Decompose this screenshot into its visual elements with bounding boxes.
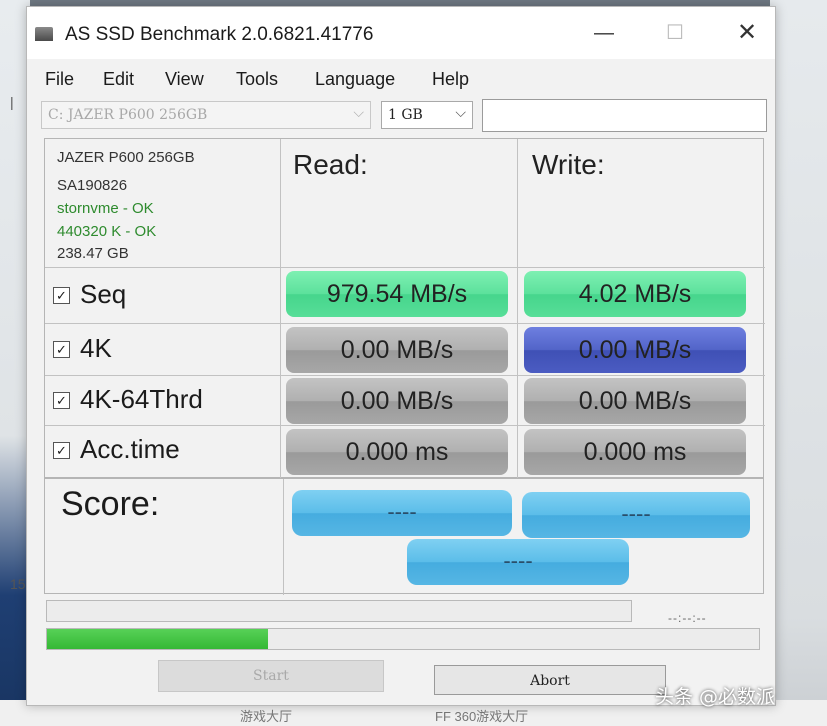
score-panel: Score: ---- ---- ----	[44, 478, 764, 595]
grid-divider	[45, 323, 765, 324]
window-title: AS SSD Benchmark 2.0.6821.41776	[65, 24, 374, 45]
seq-read-result: 979.54 MB/s	[286, 271, 508, 317]
acctime-write-result: 0.000 ms	[524, 429, 746, 475]
grid-divider	[45, 267, 765, 268]
test-4k64-label[interactable]: ✓ 4K-64Thrd	[53, 384, 203, 415]
read-header: Read:	[293, 149, 368, 180]
score-divider	[283, 479, 284, 595]
menu-help[interactable]: Help	[432, 69, 469, 90]
menu-tools[interactable]: Tools	[236, 69, 278, 90]
desktop-label: 15	[10, 576, 26, 592]
checkbox-checked-icon[interactable]: ✓	[53, 442, 70, 459]
test-size-value: 1 GB	[388, 107, 423, 123]
write-header: Write:	[532, 149, 605, 180]
title-bar[interactable]: AS SSD Benchmark 2.0.6821.41776 — ☐ ✕	[27, 7, 775, 59]
drive-model: JAZER P600 256GB	[57, 149, 195, 166]
results-grid: JAZER P600 256GB SA190826 stornvme - OK …	[44, 138, 765, 479]
grid-divider	[45, 375, 765, 376]
drive-firmware: SA190826	[57, 177, 128, 194]
minimize-button[interactable]: —	[590, 19, 618, 47]
4k64-read-result: 0.00 MB/s	[286, 378, 508, 424]
drive-select-value: C: JAZER P600 256GB	[48, 107, 208, 123]
score-label: Score:	[61, 485, 160, 523]
menu-language[interactable]: Language	[315, 69, 395, 90]
status-field	[482, 99, 767, 132]
menu-bar: File Edit View Tools Language Help	[27, 59, 775, 97]
checkbox-checked-icon[interactable]: ✓	[53, 392, 70, 409]
drive-select[interactable]: C: JAZER P600 256GB ⌵	[41, 101, 371, 129]
4k-read-result: 0.00 MB/s	[286, 327, 508, 373]
overall-progress-fill	[47, 629, 268, 649]
abort-button[interactable]: Abort	[434, 665, 666, 695]
test-4k-label[interactable]: ✓ 4K	[53, 333, 112, 364]
menu-file[interactable]: File	[45, 69, 74, 90]
test-size-select[interactable]: 1 GB ⌵	[381, 101, 473, 129]
drive-capacity: 238.47 GB	[57, 245, 129, 262]
alignment-status: 440320 K - OK	[57, 223, 157, 240]
background-text: 游戏大厅	[240, 709, 293, 724]
desktop-right-area	[770, 0, 827, 726]
chevron-down-icon: ⌵	[455, 105, 466, 121]
grid-divider	[45, 425, 765, 426]
seq-write-result: 4.02 MB/s	[524, 271, 746, 317]
write-score: ----	[522, 492, 750, 538]
menu-edit[interactable]: Edit	[103, 69, 134, 90]
test-progress-bar	[46, 600, 632, 622]
menu-view[interactable]: View	[165, 69, 204, 90]
elapsed-time: --:--:--	[668, 611, 707, 625]
test-acctime-label[interactable]: ✓ Acc.time	[53, 434, 180, 465]
start-button[interactable]: Start	[158, 660, 384, 692]
4k64-write-result: 0.00 MB/s	[524, 378, 746, 424]
total-score: ----	[407, 539, 629, 585]
checkbox-checked-icon[interactable]: ✓	[53, 341, 70, 358]
chevron-down-icon: ⌵	[353, 105, 364, 121]
read-score: ----	[292, 490, 512, 536]
maximize-button[interactable]: ☐	[661, 19, 689, 47]
toolbar: C: JAZER P600 256GB ⌵ 1 GB ⌵	[27, 97, 775, 137]
desktop-mark: |	[10, 94, 14, 110]
checkbox-checked-icon[interactable]: ✓	[53, 287, 70, 304]
driver-status: stornvme - OK	[57, 200, 154, 217]
watermark-text: 头条 @必数派	[655, 686, 776, 708]
drive-icon	[35, 27, 53, 41]
acctime-read-result: 0.000 ms	[286, 429, 508, 475]
test-seq-label[interactable]: ✓ Seq	[53, 279, 126, 310]
overall-progress-bar	[46, 628, 760, 650]
4k-write-result: 0.00 MB/s	[524, 327, 746, 373]
background-text: FF 360游戏大厅	[435, 709, 529, 724]
close-button[interactable]: ✕	[733, 19, 761, 47]
grid-divider	[517, 139, 518, 479]
grid-divider	[280, 139, 281, 479]
